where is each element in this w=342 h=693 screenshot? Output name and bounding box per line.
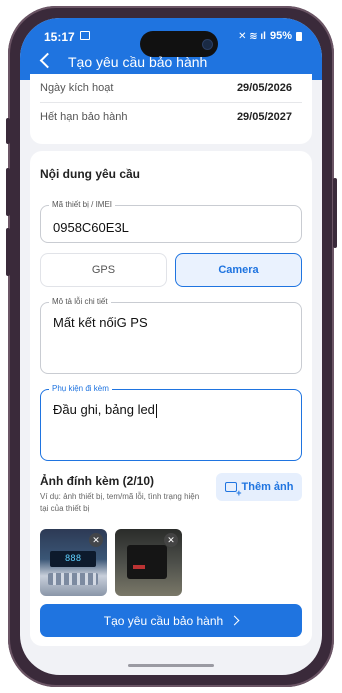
battery-icon — [296, 31, 302, 41]
activation-date-value: 29/05/2026 — [236, 82, 292, 94]
activation-date-row: Ngày kích hoạt 29/05/2026 — [40, 82, 302, 94]
submit-button-label: Tạo yêu cầu bảo hành — [103, 613, 224, 628]
page-title: Tạo yêu cầu bảo hành — [68, 54, 208, 70]
device-display: 888 — [50, 551, 96, 567]
accessories-field-value: Đầu ghi, bảng led — [53, 402, 155, 417]
attachments-hint: Ví dụ: ảnh thiết bị, tem/mã lỗi, tình tr… — [40, 492, 200, 513]
accessories-field-value-wrap: Đầu ghi, bảng led — [53, 402, 157, 418]
status-indicators: ✕ ≋ ıl 95% — [238, 30, 302, 42]
divider — [40, 102, 302, 103]
description-field-label: Mô tả lỗi chi tiết — [49, 297, 111, 306]
description-field-value: Mất kết nốiG PS — [53, 315, 148, 330]
text-cursor — [155, 403, 157, 418]
add-photo-label: Thêm ảnh — [241, 481, 294, 493]
back-button[interactable] — [39, 52, 56, 69]
accessories-field[interactable]: Phụ kiện đi kèm Đầu ghi, bảng led — [40, 384, 302, 461]
activation-date-label: Ngày kích hoạt — [40, 82, 114, 94]
phone-button-action — [6, 118, 10, 144]
imei-field-label: Mã thiết bị / IMEI — [49, 200, 116, 209]
status-time: 15:17 — [44, 30, 75, 44]
app-header: 15:17 ✕ ≋ ıl 95% Tạo yêu cầu bảo hành — [20, 18, 322, 80]
device-keypad — [48, 573, 98, 585]
accessories-field-label: Phụ kiện đi kèm — [49, 384, 112, 393]
image-notification-icon — [80, 31, 90, 40]
imei-field-value: 0958C60E3L — [53, 220, 129, 235]
battery-level: 95% — [269, 30, 292, 42]
mute-wifi-signal-icon: ✕ ≋ ıl — [238, 30, 266, 42]
description-field[interactable]: Mô tả lỗi chi tiết Mất kết nốiG PS — [40, 297, 302, 374]
camera-dot — [202, 39, 213, 50]
remove-photo-icon[interactable]: ✕ — [89, 533, 103, 547]
phone-button-power — [333, 178, 337, 248]
remove-photo-icon[interactable]: ✕ — [164, 533, 178, 547]
submit-button[interactable]: Tạo yêu cầu bảo hành — [40, 604, 302, 637]
home-indicator[interactable] — [128, 664, 214, 667]
chevron-right-icon — [229, 615, 240, 626]
expiry-date-value: 29/05/2027 — [236, 111, 292, 123]
device-type-gps[interactable]: GPS — [40, 253, 167, 287]
app-screen: 15:17 ✕ ≋ ıl 95% Tạo yêu cầu bảo hành Ng… — [20, 18, 322, 675]
attachment-thumbnail[interactable]: ✕ — [115, 529, 182, 596]
attachments-title: Ảnh đính kèm (2/10) — [40, 474, 155, 488]
attachment-thumbnail[interactable]: 888 ✕ — [40, 529, 107, 596]
add-photo-icon — [224, 482, 242, 498]
section-title: Nội dung yêu cầu — [40, 167, 141, 181]
recorder-device — [127, 545, 167, 579]
add-photo-button[interactable]: Thêm ảnh — [216, 473, 302, 501]
expiry-date-label: Hết hạn bảo hành — [40, 111, 128, 123]
phone-button-volume-up — [6, 168, 10, 216]
phone-button-volume-down — [6, 228, 10, 276]
expiry-date-row: Hết hạn bảo hành 29/05/2027 — [40, 111, 302, 123]
imei-field[interactable]: Mã thiết bị / IMEI 0958C60E3L — [40, 200, 302, 243]
device-type-camera[interactable]: Camera — [175, 253, 302, 287]
